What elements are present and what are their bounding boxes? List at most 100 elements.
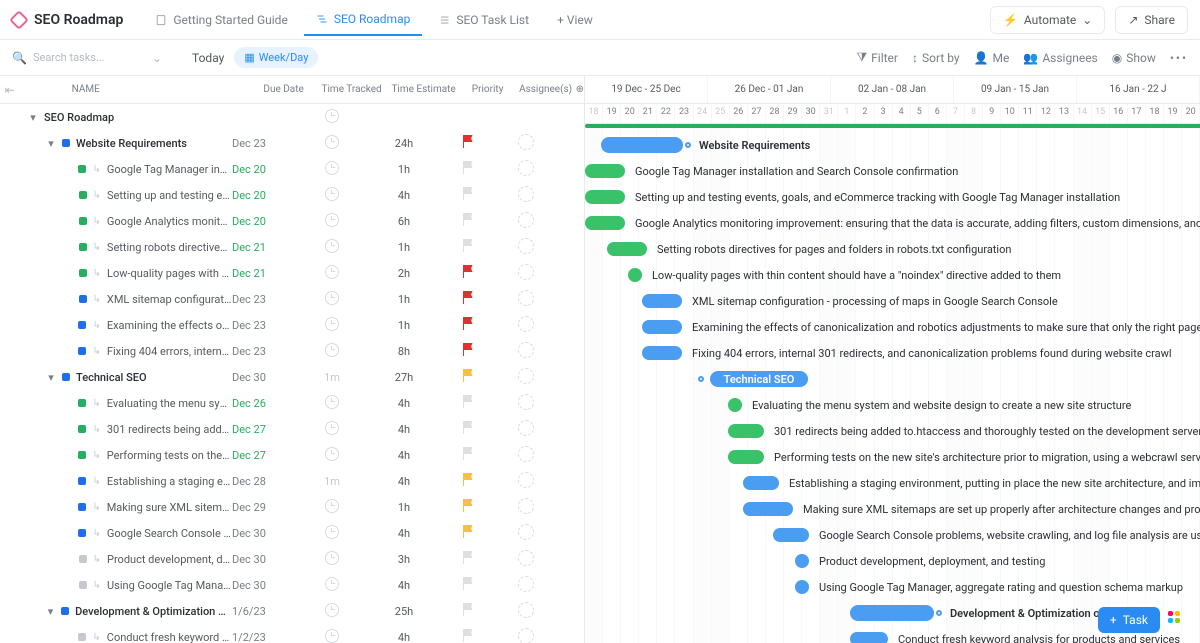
link-dot-icon[interactable] xyxy=(685,142,691,148)
task-row[interactable]: ↳Low-quality pages with thin ...Dec 212h xyxy=(0,260,584,286)
time-tracked[interactable] xyxy=(296,213,368,230)
priority-flag[interactable] xyxy=(440,291,496,307)
gantt-bar[interactable] xyxy=(585,190,625,204)
day-cell[interactable]: 7 xyxy=(947,104,965,123)
day-cell[interactable]: 31 xyxy=(820,104,838,123)
share-button[interactable]: ↗ Share xyxy=(1115,6,1188,34)
day-cell[interactable]: 18 xyxy=(585,104,603,123)
priority-flag[interactable] xyxy=(440,395,496,411)
priority-flag[interactable] xyxy=(440,603,496,619)
status-square-icon[interactable] xyxy=(78,529,86,537)
assignees-button[interactable]: 👥Assignees xyxy=(1023,51,1097,65)
task-row[interactable]: ▾Technical SEODec 301m27h xyxy=(0,364,584,390)
time-tracked[interactable] xyxy=(296,161,368,178)
due-date[interactable]: Dec 30 xyxy=(232,371,296,384)
assignee-add[interactable] xyxy=(496,316,556,335)
assignee-add[interactable] xyxy=(496,420,556,439)
gantt-body[interactable]: Website RequirementsGoogle Tag Manager i… xyxy=(585,124,1200,643)
gantt-bar[interactable] xyxy=(642,294,682,308)
date-range[interactable]: 26 Dec - 01 Jan xyxy=(708,76,831,103)
day-cell[interactable]: 14 xyxy=(1074,104,1092,123)
due-date[interactable]: Dec 28 xyxy=(232,475,296,488)
gantt-bar[interactable] xyxy=(728,450,764,464)
priority-flag[interactable] xyxy=(440,369,496,385)
time-tracked[interactable] xyxy=(296,109,368,126)
time-estimate[interactable]: 1h xyxy=(368,241,440,254)
day-cell[interactable]: 10 xyxy=(1001,104,1019,123)
time-estimate[interactable]: 4h xyxy=(368,189,440,202)
day-cell[interactable]: 24 xyxy=(694,104,712,123)
priority-flag[interactable] xyxy=(440,213,496,229)
day-cell[interactable]: 20 xyxy=(1182,104,1200,123)
day-cell[interactable]: 3 xyxy=(875,104,893,123)
assignee-add[interactable] xyxy=(496,134,556,153)
status-square-icon[interactable] xyxy=(61,607,69,615)
gantt-bar[interactable] xyxy=(585,164,625,178)
time-estimate[interactable]: 4h xyxy=(368,475,440,488)
col-priority[interactable]: Priority xyxy=(460,84,516,95)
priority-flag[interactable] xyxy=(440,135,496,151)
time-estimate[interactable]: 3h xyxy=(368,553,440,566)
due-date[interactable]: Dec 30 xyxy=(232,579,296,592)
time-tracked[interactable] xyxy=(296,421,368,438)
due-date[interactable]: 1/2/23 xyxy=(232,631,296,643)
col-due[interactable]: Due Date xyxy=(252,84,316,95)
assignee-add[interactable] xyxy=(496,628,556,643)
gantt-bar[interactable] xyxy=(585,216,625,230)
time-estimate[interactable]: 24h xyxy=(368,137,440,150)
time-estimate[interactable]: 4h xyxy=(368,397,440,410)
tab-seo-roadmap[interactable]: SEO Roadmap xyxy=(304,4,423,36)
status-square-icon[interactable] xyxy=(78,425,86,433)
task-row[interactable]: ↳Examining the effects of can...Dec 231h xyxy=(0,312,584,338)
task-row[interactable]: ↳Google Tag Manager installa...Dec 201h xyxy=(0,156,584,182)
status-square-icon[interactable] xyxy=(78,347,86,355)
gantt-bar-parent[interactable] xyxy=(850,605,934,621)
task-row[interactable]: ↳Performing tests on the new ...Dec 274h xyxy=(0,442,584,468)
time-estimate[interactable]: 1h xyxy=(368,163,440,176)
time-tracked[interactable] xyxy=(296,343,368,360)
gantt-dot[interactable] xyxy=(795,554,809,568)
time-tracked[interactable] xyxy=(296,317,368,334)
status-square-icon[interactable] xyxy=(78,451,86,459)
task-row[interactable]: ↳Setting robots directives for ...Dec 21… xyxy=(0,234,584,260)
due-date[interactable]: Dec 26 xyxy=(232,397,296,410)
time-tracked[interactable] xyxy=(296,447,368,464)
add-column-button[interactable]: ⊕ xyxy=(576,84,584,95)
day-cell[interactable]: 23 xyxy=(675,104,693,123)
day-cell[interactable]: 6 xyxy=(929,104,947,123)
status-square-icon[interactable] xyxy=(79,555,87,563)
priority-flag[interactable] xyxy=(440,629,496,643)
sortby-button[interactable]: ↕Sort by xyxy=(912,51,960,65)
assignee-add[interactable] xyxy=(496,264,556,283)
due-date[interactable]: Dec 27 xyxy=(232,423,296,436)
day-cell[interactable]: 8 xyxy=(965,104,983,123)
due-date[interactable]: Dec 21 xyxy=(232,241,296,254)
time-estimate[interactable]: 4h xyxy=(368,423,440,436)
date-range[interactable]: 09 Jan - 15 Jan xyxy=(954,76,1077,103)
col-name[interactable]: NAME xyxy=(20,84,252,95)
status-square-icon[interactable] xyxy=(62,373,70,381)
assignee-add[interactable] xyxy=(496,212,556,231)
priority-flag[interactable] xyxy=(440,187,496,203)
time-tracked[interactable] xyxy=(296,291,368,308)
time-estimate[interactable]: 2h xyxy=(368,267,440,280)
due-date[interactable]: Dec 20 xyxy=(232,163,296,176)
add-view-button[interactable]: + View xyxy=(545,4,605,36)
more-button[interactable]: ••• xyxy=(1170,51,1188,65)
time-estimate[interactable]: 1h xyxy=(368,319,440,332)
status-square-icon[interactable] xyxy=(79,269,87,277)
time-estimate[interactable]: 1h xyxy=(368,293,440,306)
day-cell[interactable]: 16 xyxy=(1110,104,1128,123)
expand-chevron-icon[interactable]: ▾ xyxy=(46,605,55,618)
task-row[interactable]: ↳Evaluating the menu system ...Dec 264h xyxy=(0,390,584,416)
task-row[interactable]: ▾Development & Optimization of C...1/6/2… xyxy=(0,598,584,624)
assignee-add[interactable] xyxy=(496,186,556,205)
assignee-add[interactable] xyxy=(496,368,556,387)
priority-flag[interactable] xyxy=(440,525,496,541)
expand-chevron-icon[interactable]: ▾ xyxy=(28,111,38,124)
status-square-icon[interactable] xyxy=(78,321,86,329)
assignee-add[interactable] xyxy=(496,342,556,361)
day-cell[interactable]: 30 xyxy=(802,104,820,123)
priority-flag[interactable] xyxy=(440,499,496,515)
me-button[interactable]: 👤Me xyxy=(974,51,1010,65)
